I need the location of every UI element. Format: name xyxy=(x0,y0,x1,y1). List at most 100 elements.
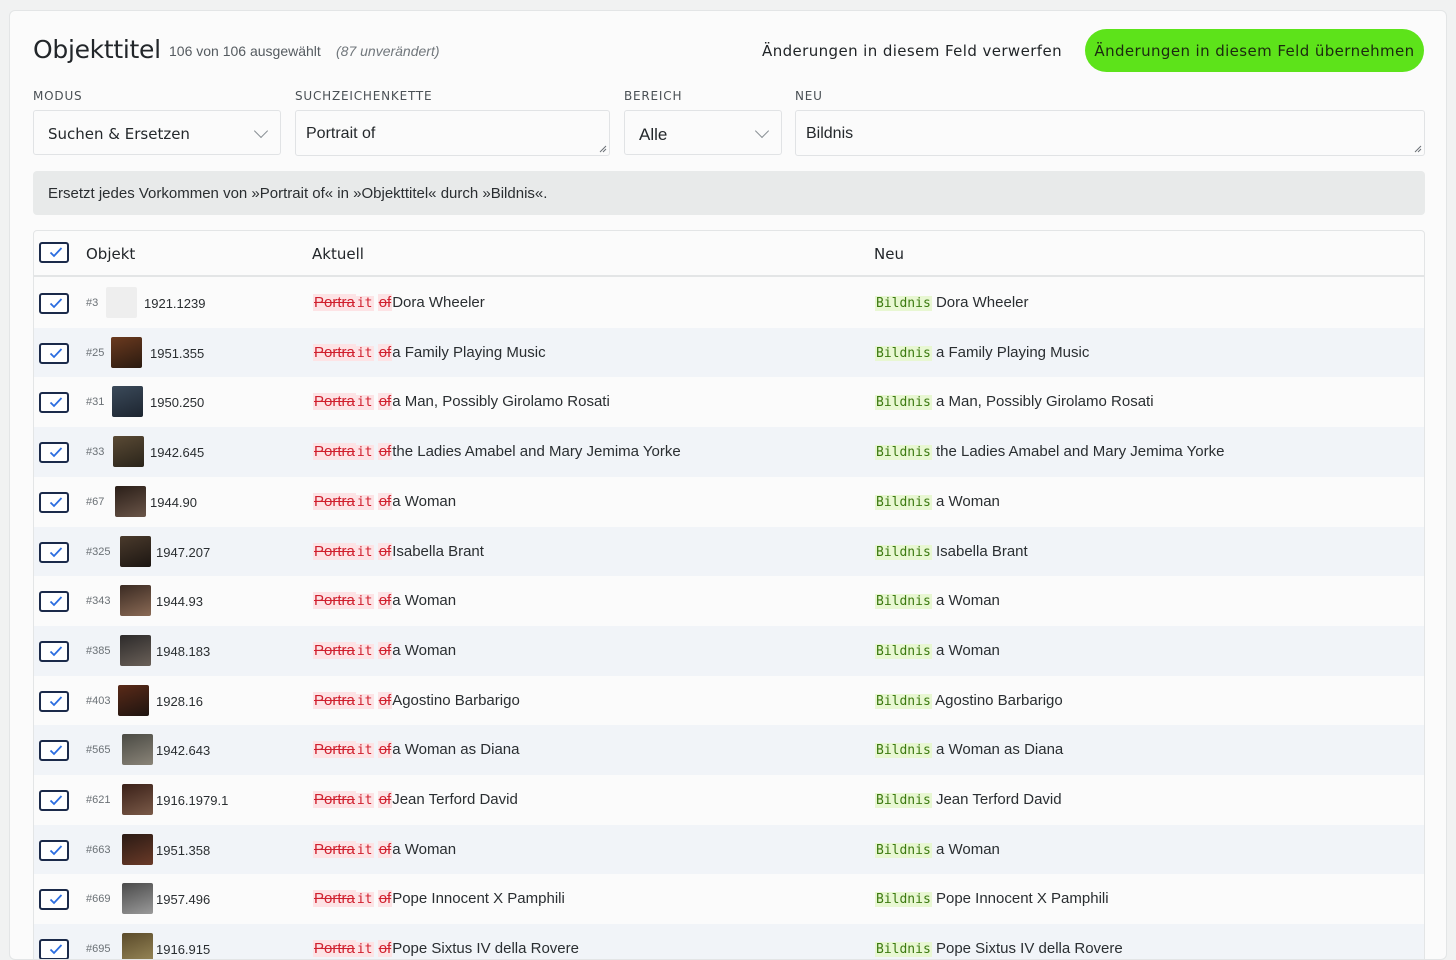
inserted-text: Bildnis xyxy=(875,793,932,808)
table-row: #3 1921.1239 Portra it ofDora Wheeler Bildni… xyxy=(34,278,1424,328)
inventory-number: 1950.250 xyxy=(150,395,205,411)
row-checkbox[interactable] xyxy=(39,293,69,314)
checkmark-icon xyxy=(49,894,63,905)
unchanged-fragment: it xyxy=(355,743,374,759)
deleted-text: of xyxy=(377,641,393,659)
current-value: Portra it ofa Woman as Diana xyxy=(313,741,520,759)
deleted-text: Portra xyxy=(313,890,356,908)
object-thumbnail[interactable] xyxy=(113,436,144,468)
object-thumbnail[interactable] xyxy=(122,784,153,815)
scope-select[interactable]: Alle xyxy=(624,110,782,155)
row-checkbox[interactable] xyxy=(39,491,69,513)
object-thumbnail[interactable] xyxy=(106,287,137,318)
title-rest: a Woman xyxy=(935,641,1000,659)
row-checkbox[interactable] xyxy=(39,342,69,364)
inserted-text: Bildnis xyxy=(875,445,932,461)
unchanged-fragment: it xyxy=(355,296,374,311)
title-rest: a Woman as Diana xyxy=(392,741,520,759)
unchanged-fragment: it xyxy=(355,594,374,610)
inserted-text: Bildnis xyxy=(875,594,932,610)
resize-grip-icon[interactable] xyxy=(599,145,607,153)
row-checkbox[interactable] xyxy=(39,442,69,464)
title-rest: a Woman xyxy=(935,840,1000,858)
row-id: #385 xyxy=(86,644,111,657)
discard-changes-button[interactable]: Änderungen in diesem Feld verwerfen xyxy=(762,42,1062,60)
current-value: Portra it ofa Woman xyxy=(313,592,456,610)
object-thumbnail[interactable] xyxy=(118,684,149,716)
title-rest: Jean Terford David xyxy=(935,791,1062,808)
current-value: Portra it ofa Family Playing Music xyxy=(313,343,546,361)
unchanged-fragment: it xyxy=(355,793,374,808)
mode-select[interactable]: Suchen & Ersetzen xyxy=(33,110,281,155)
checkmark-icon xyxy=(49,397,63,408)
unchanged-fragment: it xyxy=(355,544,374,560)
resize-grip-icon[interactable] xyxy=(1414,145,1422,153)
title-rest: a Man, Possibly Girolamo Rosati xyxy=(935,393,1154,411)
unchanged-fragment: it xyxy=(355,345,374,361)
object-thumbnail[interactable] xyxy=(112,386,143,418)
row-checkbox[interactable] xyxy=(39,790,69,811)
unchanged-count: (87 unverändert) xyxy=(336,43,440,59)
deleted-text: Portra xyxy=(313,542,356,560)
title-rest: Dora Wheeler xyxy=(392,294,485,311)
inserted-text: Bildnis xyxy=(875,345,932,361)
row-checkbox[interactable] xyxy=(39,690,69,712)
inserted-text: Bildnis xyxy=(875,544,932,560)
title-rest: Pope Sixtus IV della Rovere xyxy=(935,940,1123,958)
table-row: #565 1942.643 Portra it ofa Woman as Diana B… xyxy=(34,725,1424,775)
row-checkbox[interactable] xyxy=(39,939,69,959)
new-value: Bildnis Agostino Barbarigo xyxy=(875,692,1063,709)
apply-changes-button[interactable]: Änderungen in diesem Feld übernehmen xyxy=(1085,29,1424,72)
object-thumbnail[interactable] xyxy=(120,634,151,666)
new-value: Bildnis a Woman xyxy=(875,592,1000,610)
object-thumbnail[interactable] xyxy=(115,485,146,517)
table-row: #25 1951.355 Portra it ofa Family Playing M… xyxy=(34,327,1424,378)
row-checkbox[interactable] xyxy=(39,640,69,662)
title-rest: Agostino Barbarigo xyxy=(392,691,520,709)
deleted-text: of xyxy=(377,791,393,808)
search-string-field[interactable]: Portrait of xyxy=(295,110,610,156)
select-all-checkbox[interactable] xyxy=(39,242,69,263)
title-rest: the Ladies Amabel and Mary Jemima Yorke xyxy=(935,443,1225,461)
inventory-number: 1921.1239 xyxy=(144,296,206,311)
row-checkbox[interactable] xyxy=(39,839,69,861)
inserted-text: Bildnis xyxy=(875,643,932,659)
mode-value: Suchen & Ersetzen xyxy=(48,125,190,143)
table-row: #67 1944.90 Portra it ofa Woman Bildnis a Wo… xyxy=(34,477,1424,527)
deleted-text: Portra xyxy=(313,294,356,311)
inventory-number: 1916.915 xyxy=(156,942,211,958)
search-label: SUCHZEICHENKETTE xyxy=(295,89,433,103)
title-rest: Jean Terford David xyxy=(392,791,518,808)
unchanged-fragment: it xyxy=(355,445,374,461)
current-value: Portra it ofIsabella Brant xyxy=(313,542,484,560)
field-editor-panel: Objekttitel 106 von 106 ausgewählt (87 u… xyxy=(9,10,1447,960)
inserted-text: Bildnis xyxy=(875,942,932,958)
row-checkbox[interactable] xyxy=(39,541,69,563)
checkmark-icon xyxy=(49,745,63,756)
object-thumbnail[interactable] xyxy=(122,833,153,865)
object-thumbnail[interactable] xyxy=(111,336,142,368)
scope-label: BEREICH xyxy=(624,89,683,103)
row-checkbox[interactable] xyxy=(39,591,69,613)
table-row: #31 1950.250 Portra it ofa Man, Possibly Gi… xyxy=(34,377,1424,427)
row-checkbox[interactable] xyxy=(39,392,69,414)
title-rest: Isabella Brant xyxy=(935,542,1028,560)
table-row: #669 1957.496 Portra it ofPope Innocent X P… xyxy=(34,874,1424,924)
new-value: Bildnis a Man, Possibly Girolamo Rosati xyxy=(875,393,1154,411)
object-thumbnail[interactable] xyxy=(122,734,153,766)
row-checkbox[interactable] xyxy=(39,740,69,762)
object-thumbnail[interactable] xyxy=(120,535,151,567)
object-thumbnail[interactable] xyxy=(120,585,151,617)
deleted-text: of xyxy=(377,393,393,411)
row-id: #403 xyxy=(86,694,111,707)
new-value: Bildnis Pope Innocent X Pamphili xyxy=(875,890,1109,908)
current-value: Portra it ofPope Sixtus IV della Rovere xyxy=(313,940,579,958)
deleted-text: of xyxy=(377,940,393,958)
table-row: #343 1944.93 Portra it ofa Woman Bildnis a W… xyxy=(34,576,1424,626)
inventory-number: 1948.183 xyxy=(156,643,211,659)
row-checkbox[interactable] xyxy=(39,889,69,911)
object-thumbnail[interactable] xyxy=(122,883,153,915)
current-value: Portra it ofDora Wheeler xyxy=(313,294,485,311)
new-value-field[interactable]: Bildnis xyxy=(795,110,1425,156)
selection-count: 106 von 106 ausgewählt xyxy=(169,43,321,59)
